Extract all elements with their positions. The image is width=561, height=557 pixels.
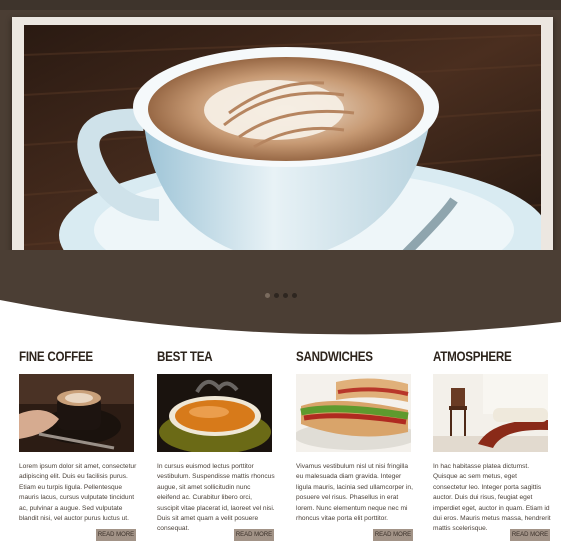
column-text: In hac habitasse platea dictumst. Quisqu…	[433, 463, 551, 533]
atmosphere-thumbnail[interactable]	[433, 374, 548, 452]
column-text: Lorem ipsum dolor sit amet, consectetur …	[19, 463, 137, 523]
slider-dot-3[interactable]	[282, 293, 288, 298]
column-title: SANDWICHES	[296, 349, 373, 364]
slider-dot-4[interactable]	[291, 293, 297, 298]
read-more-button[interactable]: READ MORE	[373, 529, 413, 541]
column-title: FINE COFFEE	[19, 349, 93, 364]
column-text: In cursus euismod lectus porttitor vesti…	[157, 463, 275, 533]
column-atmosphere: ATMOSPHERE In hac habitasse platea dictu…	[433, 348, 551, 541]
column-fine-coffee: FINE COFFEE Lorem ipsum dolor sit amet, …	[19, 348, 136, 541]
hero-photo-frame	[12, 17, 553, 286]
column-title: BEST TEA	[157, 349, 213, 364]
tea-thumbnail[interactable]	[157, 374, 272, 452]
read-more-button[interactable]: READ MORE	[510, 529, 550, 541]
coffee-thumbnail[interactable]	[19, 374, 134, 452]
hero-latte-photo	[24, 25, 541, 281]
column-title: ATMOSPHERE	[433, 349, 512, 364]
sandwich-thumbnail[interactable]	[296, 374, 411, 452]
read-more-button[interactable]: READ MORE	[234, 529, 274, 541]
column-text: Vivamus vestibulum nisl ut nisi fringill…	[296, 463, 413, 523]
slider-dot-2[interactable]	[273, 293, 279, 298]
read-more-button[interactable]: READ MORE	[96, 529, 136, 541]
column-sandwiches: SANDWICHES Vivamus vestibulum nisl ut ni…	[296, 348, 413, 541]
slider-dot-1[interactable]	[264, 293, 270, 298]
column-best-tea: BEST TEA In cursus euismod lectus portti…	[157, 348, 275, 541]
slider-pagination	[0, 293, 561, 298]
